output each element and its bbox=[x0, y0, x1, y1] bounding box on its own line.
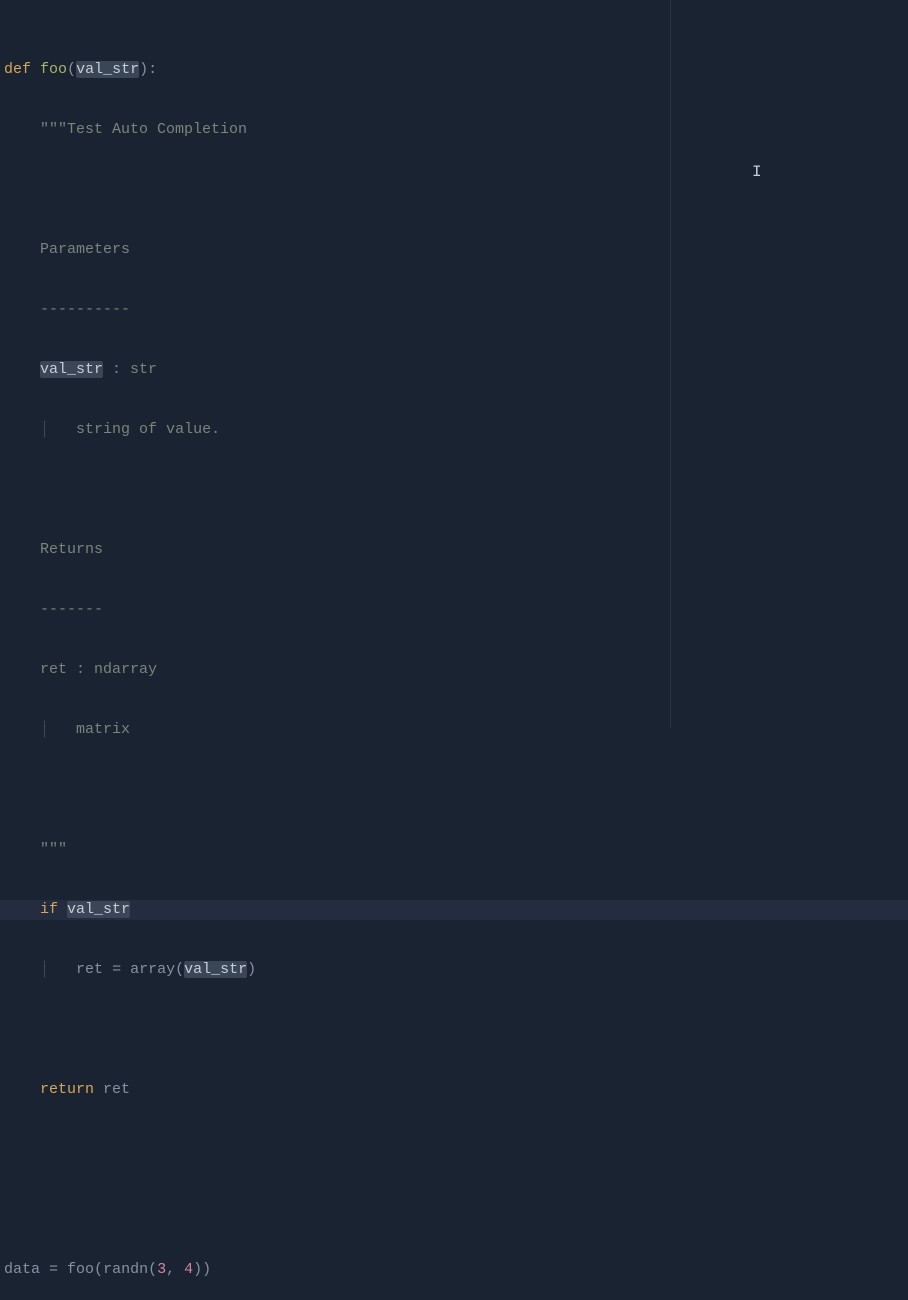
docstring-param-name: val_str bbox=[40, 361, 103, 378]
code-line[interactable]: return ret bbox=[0, 1080, 908, 1100]
indent-guide: │ bbox=[40, 721, 49, 738]
keyword-return: return bbox=[40, 1081, 94, 1098]
identifier: ret bbox=[76, 961, 103, 978]
code-line[interactable] bbox=[0, 1200, 908, 1220]
call-fn: array bbox=[130, 961, 175, 978]
code-line[interactable]: def foo(val_str): bbox=[0, 60, 908, 80]
code-line[interactable] bbox=[0, 480, 908, 500]
paren-close: ) bbox=[247, 961, 256, 978]
docstring-return-desc: matrix bbox=[76, 721, 130, 738]
code-line[interactable]: Returns bbox=[0, 540, 908, 560]
code-line-active[interactable]: if val_str bbox=[0, 900, 908, 920]
docstring-returns-header: Returns bbox=[40, 541, 103, 558]
paren-open: ( bbox=[175, 961, 184, 978]
docstring-close: """ bbox=[40, 841, 67, 858]
indent bbox=[4, 721, 40, 738]
number-literal: 3 bbox=[157, 1261, 166, 1278]
call-fn: foo bbox=[67, 1261, 94, 1278]
docstring-param-type: : str bbox=[103, 361, 157, 378]
docstring-dash: ------- bbox=[40, 601, 103, 618]
space bbox=[175, 1261, 184, 1278]
indent-guide: │ bbox=[40, 961, 49, 978]
code-line[interactable]: ---------- bbox=[0, 300, 908, 320]
number-literal: 4 bbox=[184, 1261, 193, 1278]
ruler-line bbox=[670, 0, 671, 728]
assign-eq: = bbox=[103, 961, 130, 978]
indent bbox=[4, 601, 40, 618]
if-condition: val_str bbox=[67, 901, 130, 918]
code-line[interactable]: ------- bbox=[0, 600, 908, 620]
docstring-title: Test Auto Completion bbox=[67, 121, 247, 138]
indent bbox=[4, 121, 40, 138]
paren-close: )) bbox=[193, 1261, 211, 1278]
docstring-return-name: ret : ndarray bbox=[40, 661, 157, 678]
docstring-params-header: Parameters bbox=[40, 241, 130, 258]
indent bbox=[4, 1081, 40, 1098]
indent bbox=[4, 361, 40, 378]
code-line[interactable] bbox=[0, 1020, 908, 1040]
code-line[interactable]: │ matrix bbox=[0, 720, 908, 740]
code-line[interactable]: │ string of value. bbox=[0, 420, 908, 440]
space bbox=[49, 421, 76, 438]
code-line[interactable]: │ ret = array(val_str) bbox=[0, 960, 908, 980]
code-line[interactable]: Parameters bbox=[0, 240, 908, 260]
space bbox=[49, 961, 76, 978]
indent bbox=[4, 961, 40, 978]
code-line[interactable] bbox=[0, 180, 908, 200]
space bbox=[49, 721, 76, 738]
space bbox=[94, 1081, 103, 1098]
code-line[interactable] bbox=[0, 1140, 908, 1160]
docstring-dash: ---------- bbox=[40, 301, 130, 318]
indent bbox=[4, 421, 40, 438]
paren-open: ( bbox=[67, 61, 76, 78]
space bbox=[58, 901, 67, 918]
indent-guide: │ bbox=[40, 421, 49, 438]
keyword-if: if bbox=[40, 901, 58, 918]
indent bbox=[4, 901, 40, 918]
function-name: foo bbox=[40, 61, 67, 78]
code-line[interactable] bbox=[0, 780, 908, 800]
indent bbox=[4, 541, 40, 558]
code-line[interactable]: """ bbox=[0, 840, 908, 860]
identifier: data bbox=[4, 1261, 40, 1278]
code-line[interactable]: data = foo(randn(3, 4)) bbox=[0, 1260, 908, 1280]
code-line[interactable]: val_str : str bbox=[0, 360, 908, 380]
paren-open: ( bbox=[94, 1261, 103, 1278]
assign-eq: = bbox=[40, 1261, 67, 1278]
comma: , bbox=[166, 1261, 175, 1278]
indent bbox=[4, 241, 40, 258]
code-line[interactable]: ret : ndarray bbox=[0, 660, 908, 680]
parameter-name: val_str bbox=[76, 61, 139, 78]
indent bbox=[4, 661, 40, 678]
call-inner-fn: randn bbox=[103, 1261, 148, 1278]
paren-close: ): bbox=[139, 61, 157, 78]
indent bbox=[4, 301, 40, 318]
code-line[interactable]: """Test Auto Completion bbox=[0, 120, 908, 140]
docstring-param-desc: string of value. bbox=[76, 421, 220, 438]
keyword-def: def bbox=[4, 61, 31, 78]
call-arg: val_str bbox=[184, 961, 247, 978]
return-value: ret bbox=[103, 1081, 130, 1098]
code-editor[interactable]: def foo(val_str): """Test Auto Completio… bbox=[0, 0, 908, 1300]
space bbox=[31, 61, 40, 78]
indent bbox=[4, 841, 40, 858]
paren-open: ( bbox=[148, 1261, 157, 1278]
docstring-open: """ bbox=[40, 121, 67, 138]
